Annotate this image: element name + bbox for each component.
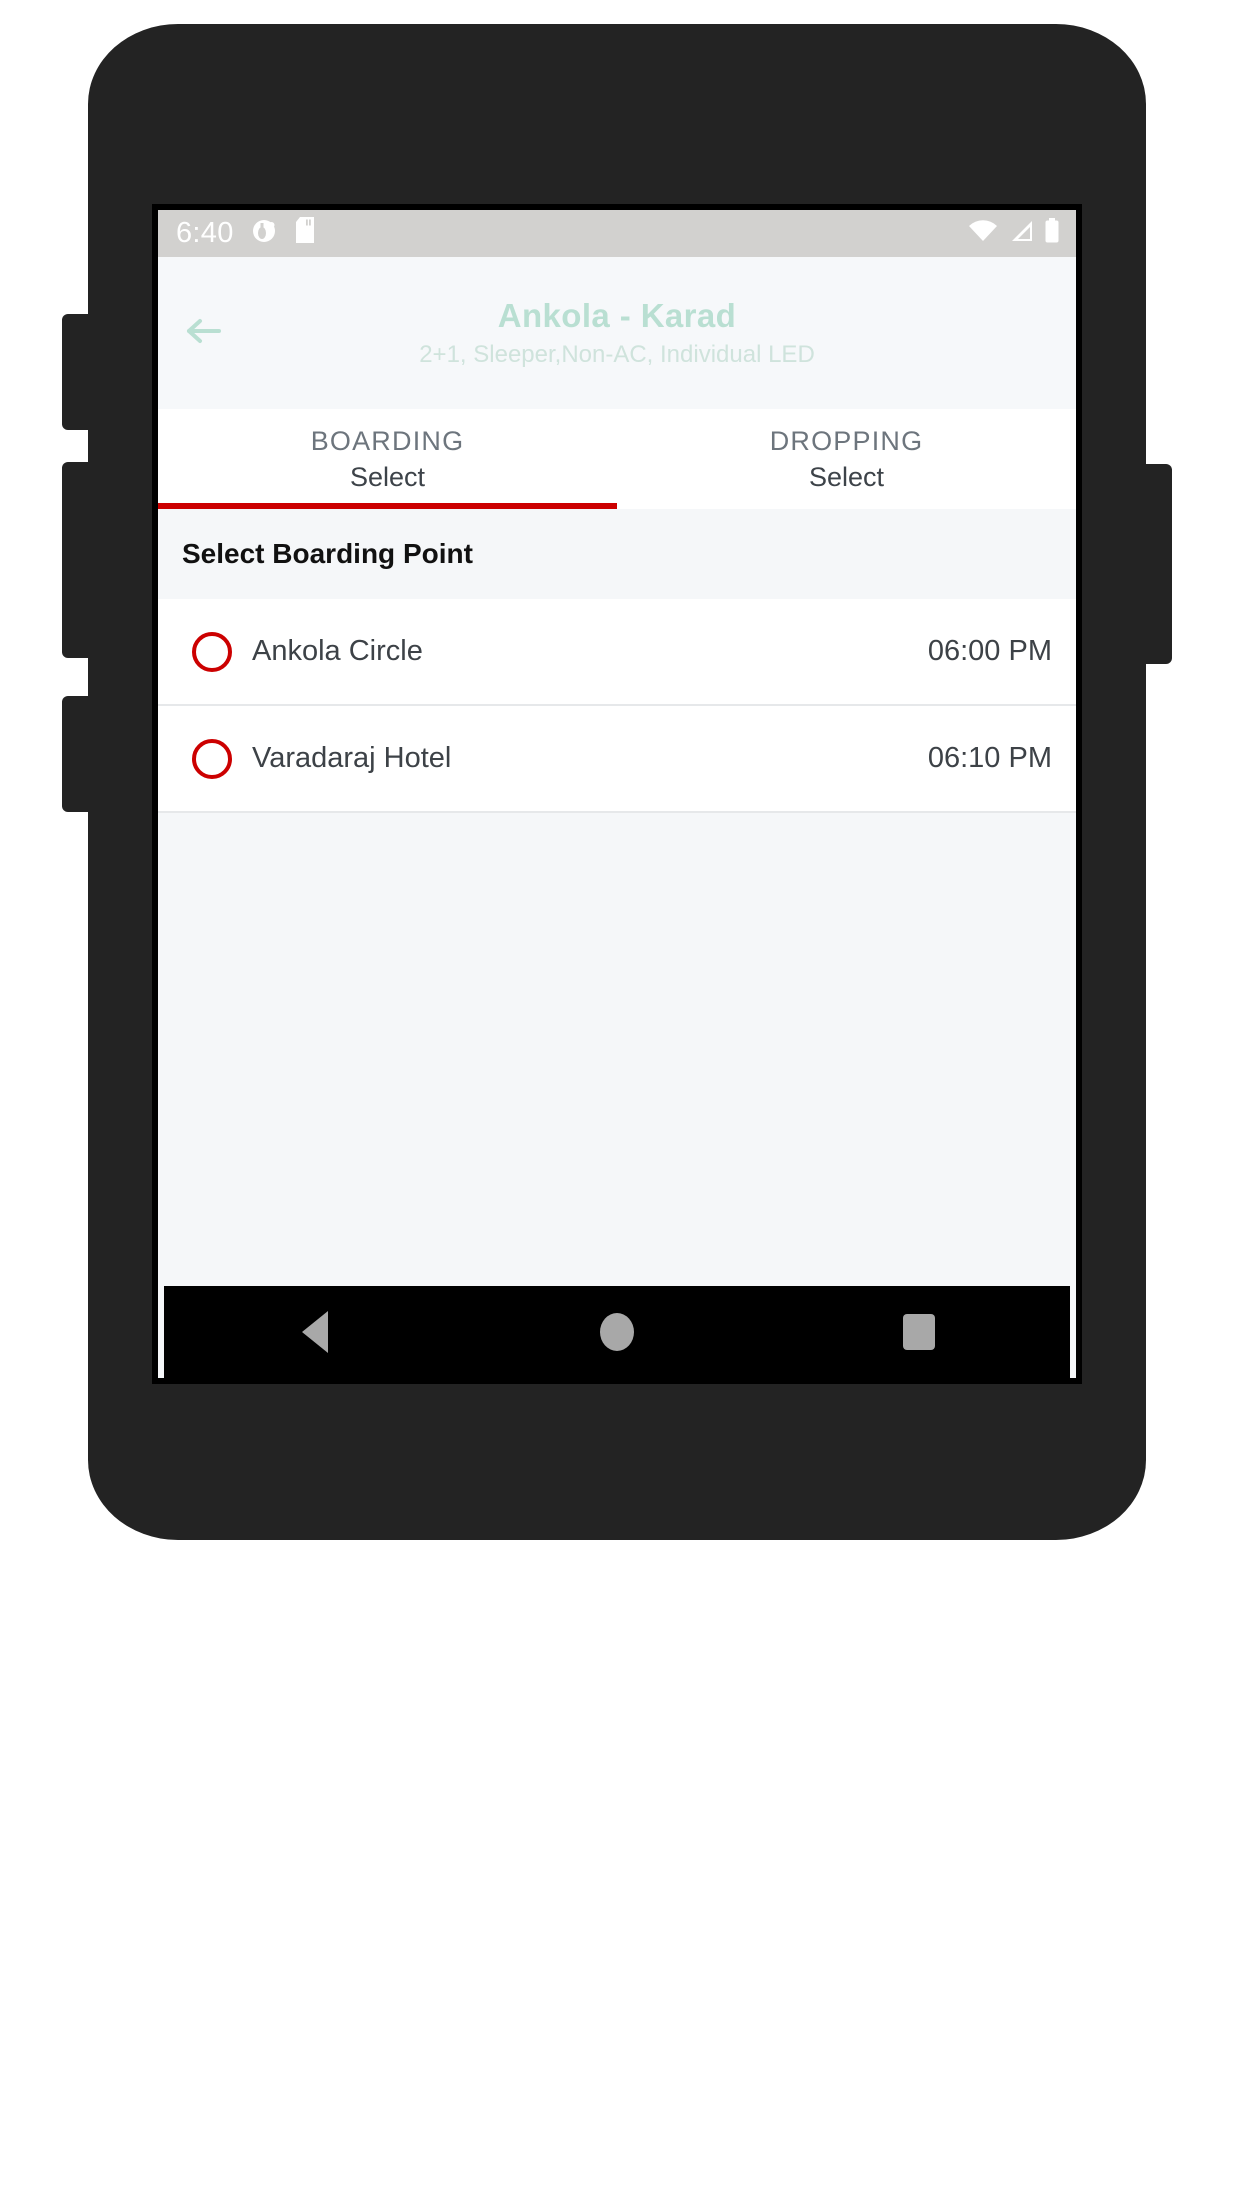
- app-bar: Ankola - Karad 2+1, Sleeper,Non-AC, Indi…: [158, 257, 1076, 409]
- volume-down-button[interactable]: [62, 462, 92, 658]
- nav-home-button[interactable]: [557, 1286, 677, 1378]
- tab-boarding[interactable]: BOARDING Select: [158, 409, 617, 509]
- status-system-icons: [968, 218, 1060, 249]
- home-circle-icon: [600, 1313, 634, 1351]
- sd-card-icon: [294, 217, 318, 250]
- nav-back-button[interactable]: [255, 1286, 375, 1378]
- tab-dropping-label: DROPPING: [769, 425, 924, 456]
- back-triangle-icon: [302, 1311, 328, 1353]
- volume-up-button[interactable]: [62, 314, 92, 430]
- section-header: Select Boarding Point: [158, 509, 1076, 599]
- radio-button-icon[interactable]: [192, 738, 232, 779]
- tab-dropping-value: Select: [808, 461, 885, 492]
- battery-icon: [1044, 218, 1060, 249]
- page-title: Ankola - Karad: [497, 296, 737, 334]
- status-clock: 6:40: [176, 217, 234, 249]
- page-subtitle: 2+1, Sleeper,Non-AC, Individual LED: [419, 340, 815, 368]
- tab-boarding-label: BOARDING: [310, 425, 465, 456]
- status-notification-icons: [252, 217, 318, 250]
- wifi-icon: [968, 219, 998, 248]
- tab-dropping[interactable]: DROPPING Select: [617, 409, 1076, 509]
- boarding-point-name: Ankola Circle: [252, 635, 423, 667]
- boarding-point-name: Varadaraj Hotel: [252, 742, 452, 774]
- app-notification-icon: [252, 218, 278, 249]
- tab-bar: BOARDING Select DROPPING Select: [158, 409, 1076, 509]
- status-bar: 6:40: [158, 210, 1076, 257]
- radio-button-icon[interactable]: [192, 631, 232, 672]
- content-area: Select Boarding Point Ankola Circle 06:0…: [158, 509, 1076, 1378]
- boarding-point-time: 06:00 PM: [927, 635, 1052, 667]
- phone-screen: 6:40 Ankola - Karad 2+1, Sleeper,Non-AC,…: [152, 204, 1082, 1384]
- section-header-label: Select Boarding Point: [182, 538, 473, 569]
- boarding-point-time: 06:10 PM: [927, 742, 1052, 774]
- android-navigation-bar: [164, 1286, 1070, 1378]
- back-arrow-icon: [186, 315, 226, 352]
- nav-recents-button[interactable]: [859, 1286, 979, 1378]
- tab-active-indicator: [158, 503, 617, 509]
- list-item[interactable]: Ankola Circle 06:00 PM: [158, 599, 1076, 706]
- list-item[interactable]: Varadaraj Hotel 06:10 PM: [158, 706, 1076, 813]
- tab-boarding-value: Select: [349, 461, 426, 492]
- back-button[interactable]: [178, 305, 234, 361]
- boarding-point-list: Ankola Circle 06:00 PM Varadaraj Hotel 0…: [158, 599, 1076, 813]
- recents-square-icon: [903, 1314, 935, 1350]
- phone-device-frame: 6:40 Ankola - Karad 2+1, Sleeper,Non-AC,…: [62, 24, 1172, 1540]
- power-button[interactable]: [1142, 464, 1172, 664]
- cellular-signal-icon: [1008, 219, 1034, 248]
- silence-switch-button[interactable]: [62, 696, 92, 812]
